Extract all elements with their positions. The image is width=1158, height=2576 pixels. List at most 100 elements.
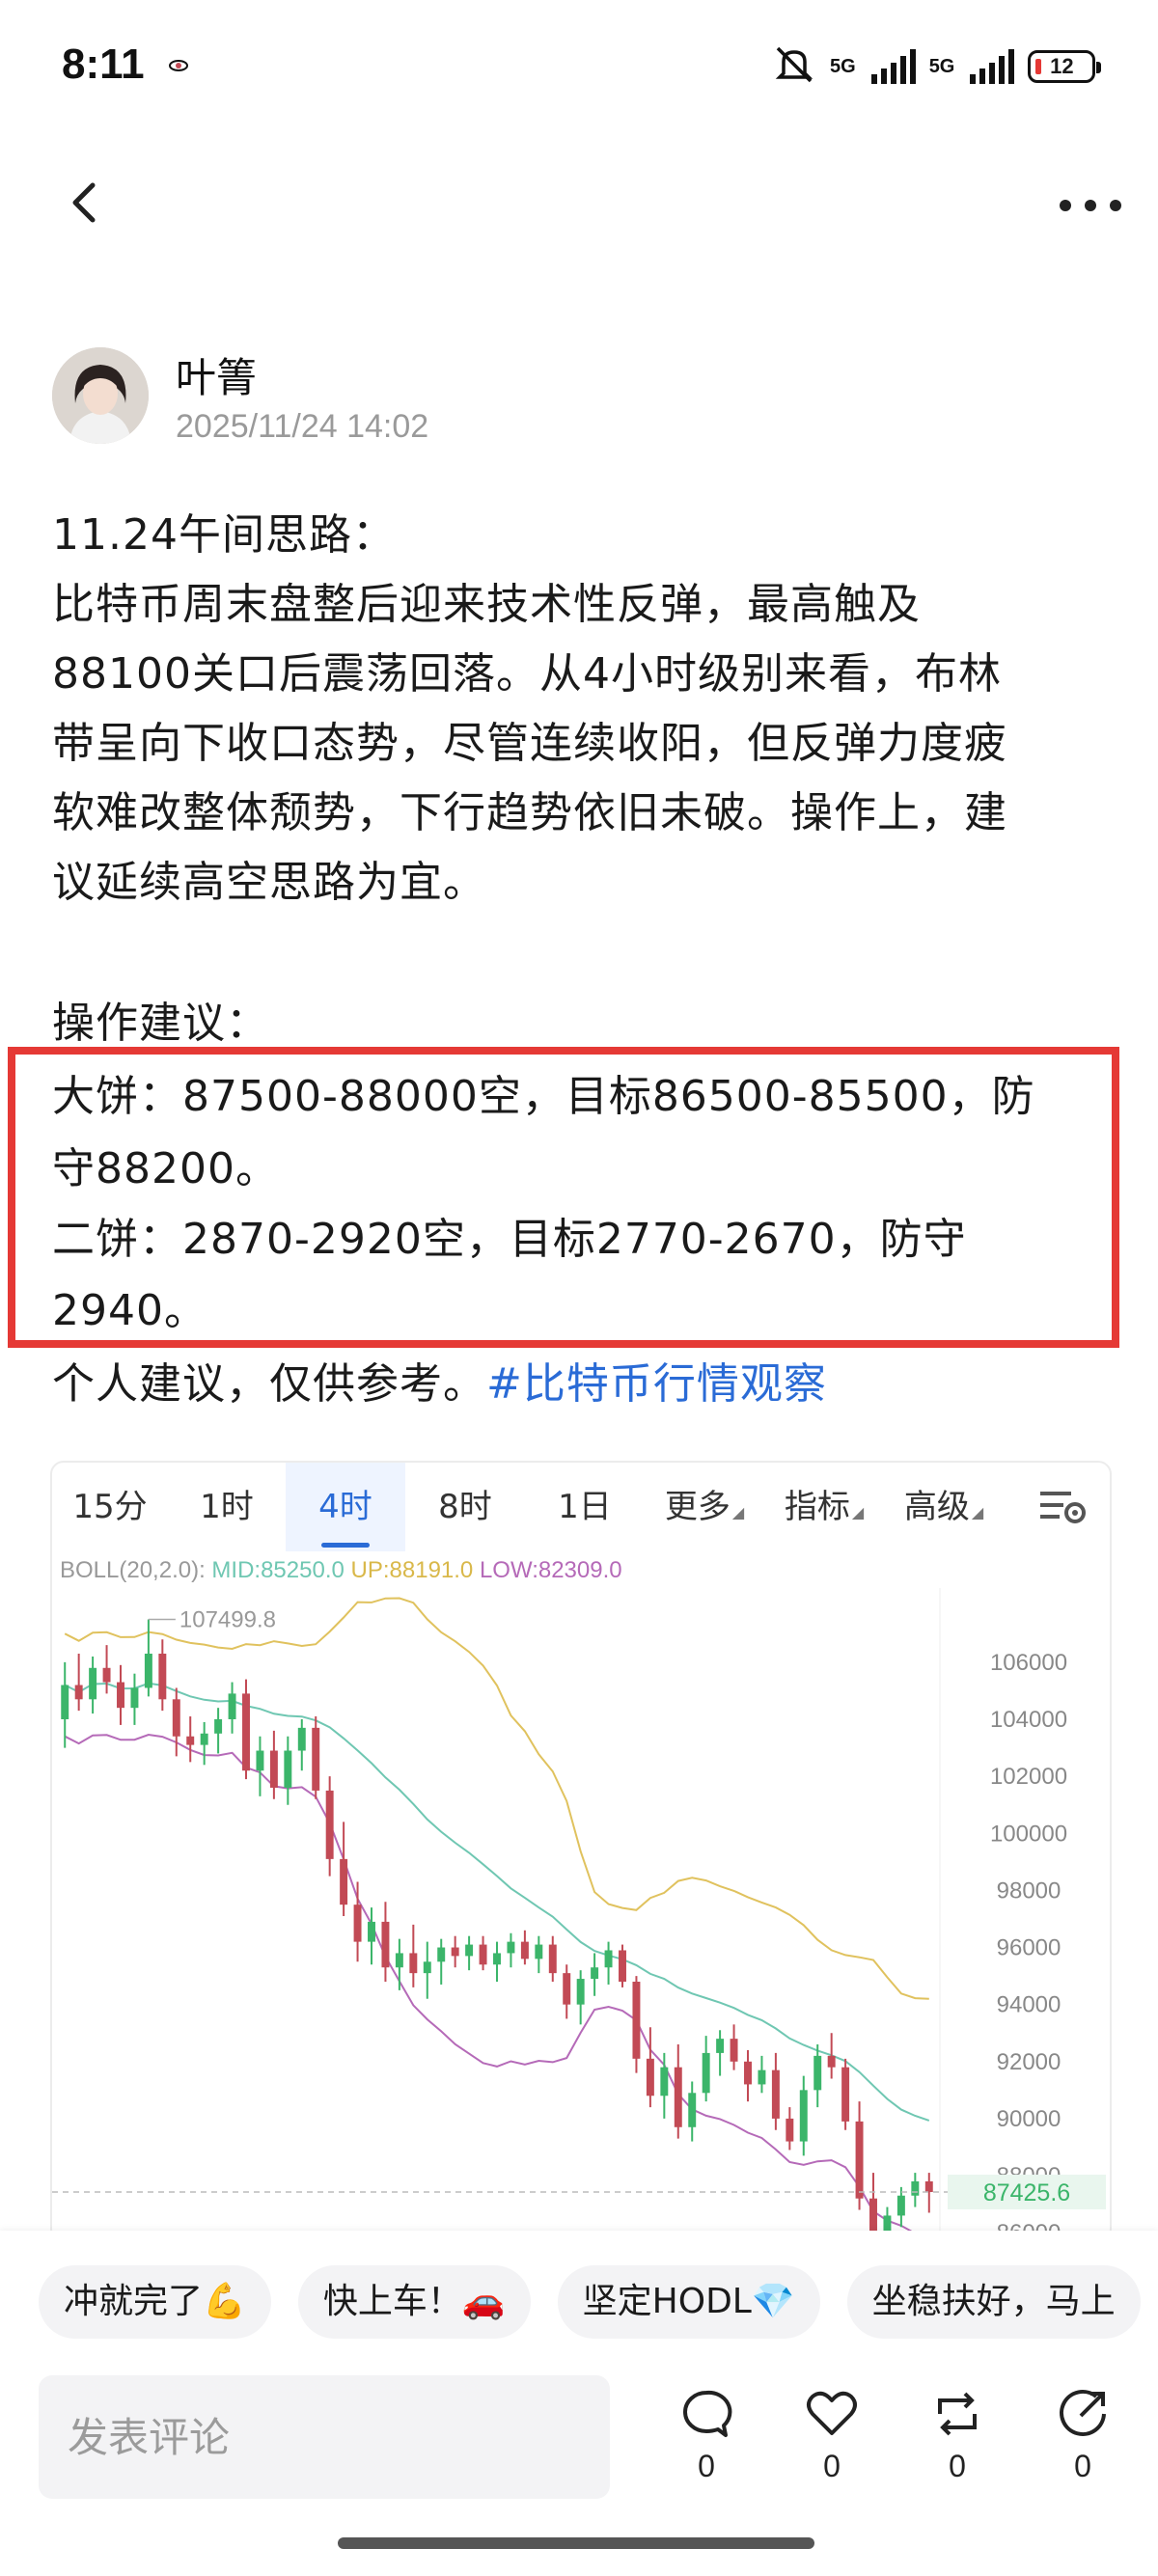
candle-body — [61, 1685, 69, 1719]
post-line: 11.24午间思路： — [52, 510, 396, 560]
boll-mid: MID:85250.0 — [211, 1557, 345, 1583]
tab-8h[interactable]: 8时 — [405, 1463, 525, 1551]
hashtag-link[interactable]: #比特币行情观察 — [486, 1359, 827, 1409]
y-tick-label: 100000 — [990, 1821, 1067, 1847]
post-date: 2025/11/24 14:02 — [176, 408, 429, 445]
candle-body — [89, 1667, 97, 1700]
candle-body — [730, 2039, 738, 2062]
kline-chart[interactable]: 106000 104000 102000 100000 98000 96000 94000 9… — [52, 1588, 1110, 2242]
post-line: 议延续高空思路为宜。 — [52, 858, 486, 907]
highlight-box — [8, 1047, 1119, 1348]
tab-1d[interactable]: 1日 — [525, 1463, 645, 1551]
tab-indicators[interactable]: 指标 ◢ — [764, 1463, 884, 1551]
tab-15m[interactable]: 15分 — [52, 1463, 168, 1551]
quick-reply-chip[interactable]: 快上车！🚗 — [297, 2265, 531, 2339]
author-name[interactable]: 叶箐 — [176, 345, 257, 404]
candle-body — [632, 1982, 641, 2059]
like-count: 0 — [823, 2449, 841, 2483]
candle-body — [896, 2195, 905, 2216]
tab-label: 8时 — [438, 1488, 492, 1526]
like-button[interactable]: 0 — [784, 2385, 880, 2484]
comment-icon — [683, 2390, 732, 2437]
quick-reply-chip[interactable]: 坐稳扶好，马上 — [846, 2265, 1141, 2339]
tab-advanced[interactable]: 高级 ◢ — [884, 1463, 1004, 1551]
candle-body — [437, 1947, 446, 1962]
tab-label: 15分 — [72, 1488, 148, 1526]
candle-body — [312, 1727, 320, 1791]
post-line: 比特币周末盘整后迎来技术性反弹，最高触及 — [52, 580, 921, 629]
candle-body — [716, 2039, 725, 2053]
candle-body — [576, 1979, 585, 2005]
comment-button[interactable]: 0 — [658, 2385, 755, 2484]
candle-body — [368, 1921, 375, 1942]
chart-settings-icon[interactable] — [1038, 1488, 1089, 1526]
candle-body — [758, 2069, 766, 2085]
kline-chart-card[interactable]: 15分 1时 4时 8时 1日 更多 ◢ 指标 ◢ 高级 ◢ BOLL(20,2.0)… — [50, 1461, 1112, 2242]
network-label-1: 5G — [830, 55, 856, 77]
y-tick-label: 106000 — [990, 1650, 1067, 1676]
candle-body — [102, 1667, 111, 1683]
candle-body — [381, 1921, 390, 1968]
battery-icon: 12 — [1028, 50, 1102, 83]
network-label-2: 5G — [928, 55, 955, 77]
quick-reply-chip[interactable]: 坚定HODL💎 — [557, 2265, 820, 2339]
share-icon — [1060, 2389, 1106, 2436]
quick-reply-chip[interactable]: 冲就完了💪 — [39, 2265, 271, 2339]
boll-lower-line — [64, 1733, 928, 2240]
candle-body — [604, 1950, 613, 1968]
candle-body — [563, 1973, 571, 2005]
signal-icon-2 — [970, 49, 1015, 84]
y-tick-label: 98000 — [997, 1877, 1062, 1904]
back-button[interactable] — [56, 174, 114, 232]
candle-body — [465, 1944, 474, 1957]
tab-label: 指标 — [784, 1488, 850, 1526]
comment-count: 0 — [698, 2449, 715, 2483]
candle-body — [535, 1944, 543, 1959]
post-line: 88100关口后震荡回落。从4小时级别来看，布林 — [52, 649, 1002, 699]
boll-upper-line — [64, 1597, 929, 2000]
more-button[interactable] — [1052, 181, 1129, 230]
post-line: 软难改整体颓势，下行趋势依旧未破。操作上，建 — [52, 788, 1007, 837]
home-indicator[interactable] — [338, 2537, 814, 2549]
candle-body — [214, 1719, 223, 1734]
post-closing-line: 个人建议，仅供参考。#比特币行情观察 — [52, 1349, 827, 1411]
candle-body — [242, 1693, 250, 1771]
candle-body — [353, 1905, 362, 1942]
y-tick-label: 102000 — [990, 1764, 1067, 1790]
boll-mid-line — [64, 1682, 930, 2122]
tab-4h[interactable]: 4时 — [286, 1463, 405, 1551]
avatar[interactable] — [52, 347, 149, 444]
candle-body — [74, 1685, 83, 1700]
candle-body — [674, 2067, 682, 2127]
candle-body — [158, 1654, 167, 1700]
candle-body — [395, 1953, 403, 1968]
repost-button[interactable]: 0 — [909, 2385, 1006, 2484]
comment-input[interactable] — [39, 2375, 610, 2499]
tab-label: 1日 — [558, 1488, 612, 1526]
share-count: 0 — [1074, 2449, 1091, 2483]
candle-body — [117, 1682, 124, 1709]
status-time: 8:11 — [62, 41, 145, 88]
candle-body — [855, 2121, 864, 2199]
caret-icon: ◢ — [851, 1503, 865, 1521]
y-tick-label: 96000 — [997, 1935, 1062, 1961]
more-dots-icon — [1060, 200, 1121, 211]
candle-body — [493, 1953, 501, 1965]
repost-count: 0 — [949, 2449, 966, 2483]
y-tick-label: 90000 — [997, 2106, 1062, 2132]
repost-icon — [938, 2392, 977, 2436]
candle-body — [130, 1687, 139, 1709]
candle-body — [423, 1961, 431, 1974]
candle-body — [284, 1750, 292, 1788]
candle-body — [813, 2055, 822, 2091]
chart-timeframe-tabs: 15分 1时 4时 8时 1日 更多 ◢ 指标 ◢ 高级 ◢ — [52, 1463, 1110, 1551]
tab-1h[interactable]: 1时 — [168, 1463, 286, 1551]
candle-body — [799, 2090, 808, 2142]
candle-body — [409, 1953, 418, 1974]
candle-body — [451, 1947, 459, 1957]
candle-body — [646, 2058, 654, 2096]
share-button[interactable]: 0 — [1034, 2385, 1131, 2484]
candle-body — [172, 1699, 180, 1737]
tab-more[interactable]: 更多 ◢ — [645, 1463, 764, 1551]
tab-label: 更多 — [664, 1488, 731, 1526]
